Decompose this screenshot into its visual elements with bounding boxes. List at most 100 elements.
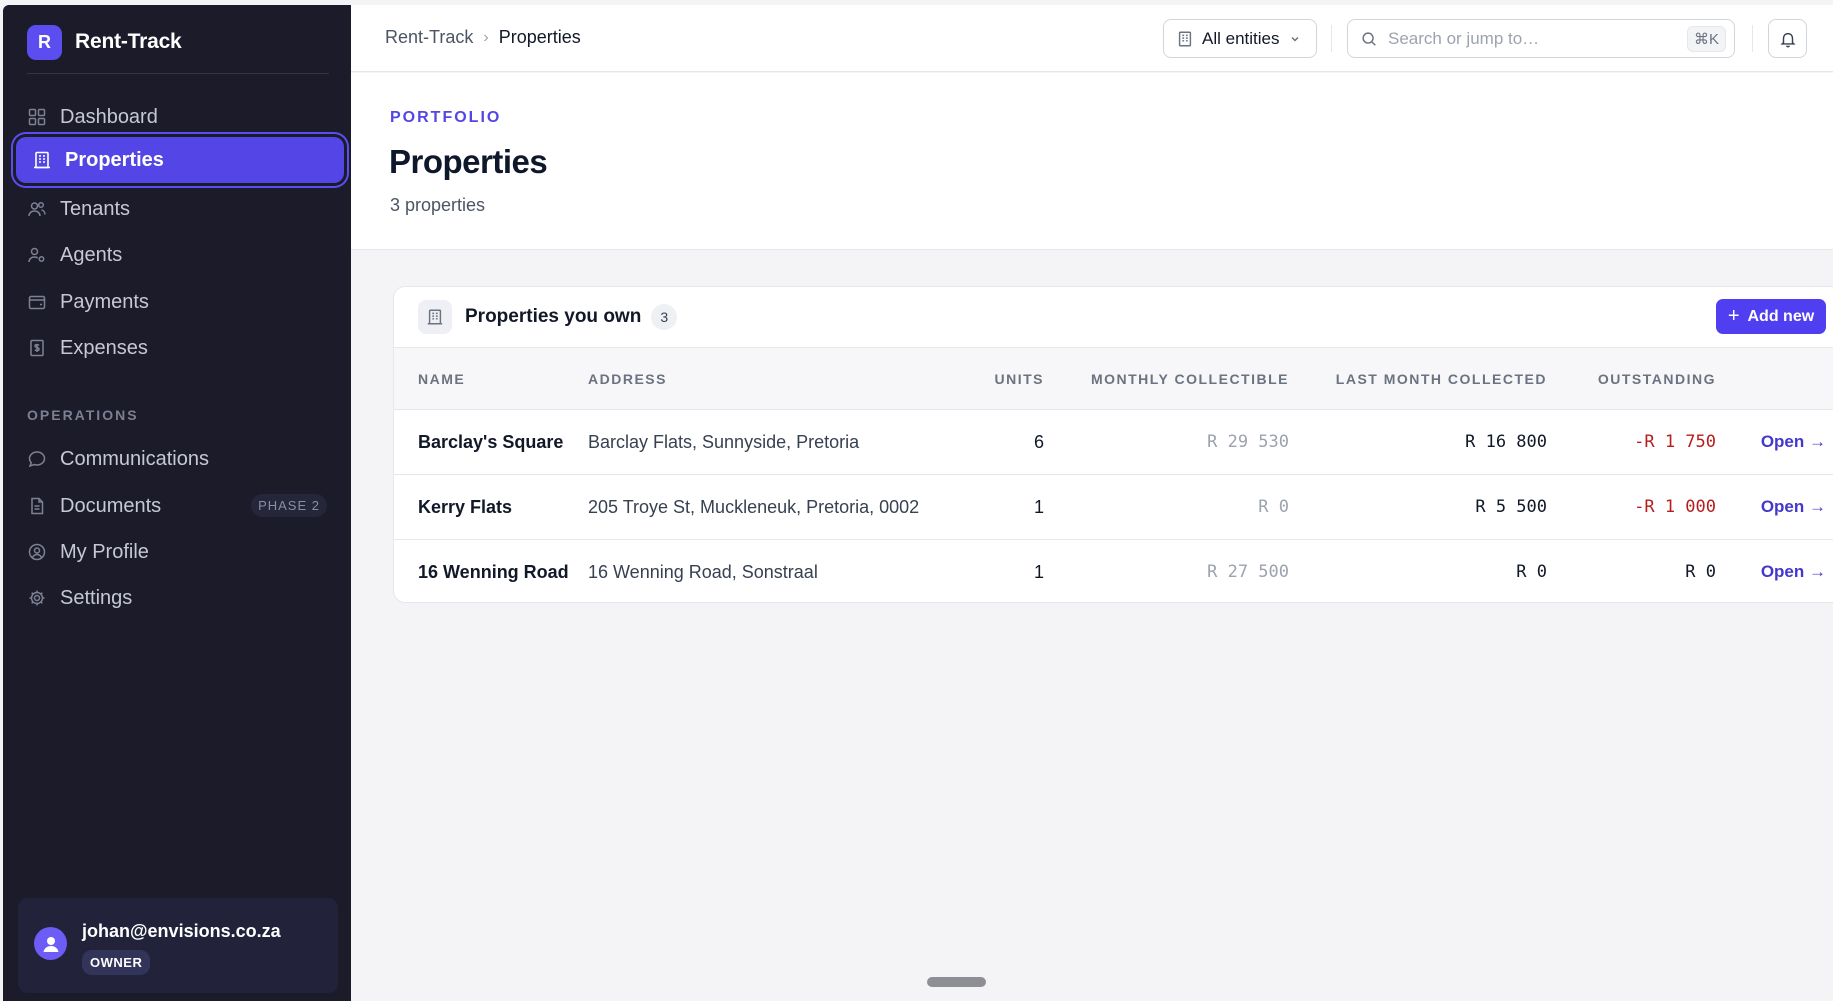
page-title: Properties [389,143,548,180]
user-key-icon [27,245,47,265]
search-input[interactable]: Search or jump to… ⌘K [1347,19,1735,58]
card-header: Properties you own 3 + Add new [394,287,1833,347]
property-name: 16 Wenning Road [418,561,569,582]
table-row[interactable]: Barclay's Square Barclay Flats, Sunnysid… [394,410,1833,475]
chevron-right-icon: › [483,28,489,46]
avatar [34,927,67,960]
receipt-icon [27,338,47,358]
search-placeholder: Search or jump to… [1388,28,1540,48]
sidebar-item-label: Communications [60,447,209,470]
wallet-icon [27,292,47,312]
sidebar-item-label: Dashboard [60,105,158,128]
brand[interactable]: R Rent-Track [27,22,182,62]
sidebar-item-properties[interactable]: Properties [16,137,344,183]
card-title: Properties you own [465,306,642,327]
sidebar-item-expenses[interactable]: Expenses [11,325,349,371]
phase-badge: PHASE 2 [251,494,327,517]
property-address: 205 Troye St, Muckleneuk, Pretoria, 0002 [588,496,920,517]
entity-select-value: All entities [1202,28,1280,48]
monthly-collectible: R 0 [1258,497,1289,517]
sidebar-item-label: Tenants [60,197,131,220]
sidebar-item-label: Settings [60,586,133,609]
chat-icon [27,449,47,469]
sidebar-item-label: My Profile [60,540,149,563]
count-badge: 3 [651,304,678,330]
table-row[interactable]: 16 Wenning Road 16 Wenning Road, Sonstra… [394,540,1833,603]
divider [27,73,329,74]
properties-table: NAME ADDRESS UNITS MONTHLY COLLECTIBLE L… [394,347,1833,603]
table-header-row: NAME ADDRESS UNITS MONTHLY COLLECTIBLE L… [394,347,1833,410]
open-link[interactable]: Open → [1716,475,1833,540]
outstanding: -R 1 000 [1634,497,1716,517]
last-month-collected: R 5 500 [1475,497,1547,517]
role-badge: OWNER [82,950,151,975]
search-icon [1362,31,1376,46]
keyboard-shortcut: ⌘K [1686,26,1726,52]
topbar: Rent-Track › Properties All entities Sea… [351,5,1833,72]
add-new-label: Add new [1747,307,1815,325]
monthly-collectible: R 29 530 [1207,432,1289,452]
add-new-button[interactable]: + Add new [1716,299,1826,334]
sidebar-item-label: Payments [60,290,149,313]
last-month-collected: R 16 800 [1465,432,1547,452]
open-link[interactable]: Open → [1716,540,1833,603]
property-address: 16 Wenning Road, Sonstraal [588,561,818,582]
table-row[interactable]: Kerry Flats 205 Troye St, Muckleneuk, Pr… [394,475,1833,540]
sidebar-item-my-profile[interactable]: My Profile [11,529,349,575]
property-units: 1 [1033,561,1044,582]
properties-card: Properties you own 3 + Add new NAME ADDR… [393,286,1833,603]
document-icon [27,496,47,516]
dashboard-icon [27,107,47,127]
divider [1331,25,1332,52]
sidebar-item-settings[interactable]: Settings [11,575,349,621]
column-header-address[interactable]: ADDRESS [588,348,936,410]
sidebar-item-payments[interactable]: Payments [11,279,349,325]
sidebar-item-label: Expenses [60,336,148,359]
sidebar-item-label: Documents [60,494,162,517]
bell-icon [1779,32,1796,47]
outstanding: -R 1 750 [1634,432,1716,452]
open-link[interactable]: Open → [1716,410,1833,475]
sidebar-item-label: Agents [60,243,123,266]
profile-icon [27,542,47,562]
column-header-outstanding[interactable]: OUTSTANDING [1547,348,1716,410]
property-name: Barclay's Square [418,431,564,452]
property-units: 6 [1033,431,1044,452]
users-icon [27,199,47,219]
sidebar-item-agents[interactable]: Agents [11,232,349,278]
sidebar-item-communications[interactable]: Communications [11,436,349,482]
sidebar: R Rent-Track Dashboard Properties Tenant… [3,5,351,1001]
scroll-handle[interactable] [927,977,986,987]
outstanding: R 0 [1685,562,1716,583]
page-eyebrow: PORTFOLIO [390,109,502,126]
sidebar-item-dashboard[interactable]: Dashboard [11,94,349,140]
entity-select[interactable]: All entities [1163,19,1317,58]
chevron-down-icon [1291,36,1300,42]
column-header-units[interactable]: UNITS [936,348,1044,410]
column-header-actions [1716,348,1833,410]
page-header: PORTFOLIO Properties 3 properties [351,73,1833,250]
building-icon [418,300,452,334]
section-label-operations: OPERATIONS [27,407,139,423]
property-name: Kerry Flats [418,496,513,517]
sidebar-item-tenants[interactable]: Tenants [11,186,349,232]
notifications-button[interactable] [1768,19,1807,58]
user-email: johan@envisions.co.za [82,921,281,941]
last-month-collected: R 0 [1516,562,1547,583]
column-header-last-month-collected[interactable]: LAST MONTH COLLECTED [1289,348,1547,410]
gear-icon [27,588,47,608]
building-icon [32,150,52,170]
column-header-name[interactable]: NAME [394,348,588,410]
sidebar-item-documents[interactable]: Documents PHASE 2 [11,483,349,529]
breadcrumb-current: Properties [498,27,581,47]
column-header-monthly-collectible[interactable]: MONTHLY COLLECTIBLE [1044,348,1289,410]
brand-logo: R [27,24,62,60]
building-icon [1178,31,1192,46]
breadcrumb: Rent-Track › Properties [385,27,581,48]
page-subtitle: 3 properties [390,195,486,215]
divider [1752,25,1753,52]
user-card[interactable]: johan@envisions.co.za OWNER [18,898,338,993]
monthly-collectible: R 27 500 [1207,562,1289,583]
breadcrumb-root[interactable]: Rent-Track [385,27,473,48]
property-address: Barclay Flats, Sunnyside, Pretoria [588,431,860,452]
